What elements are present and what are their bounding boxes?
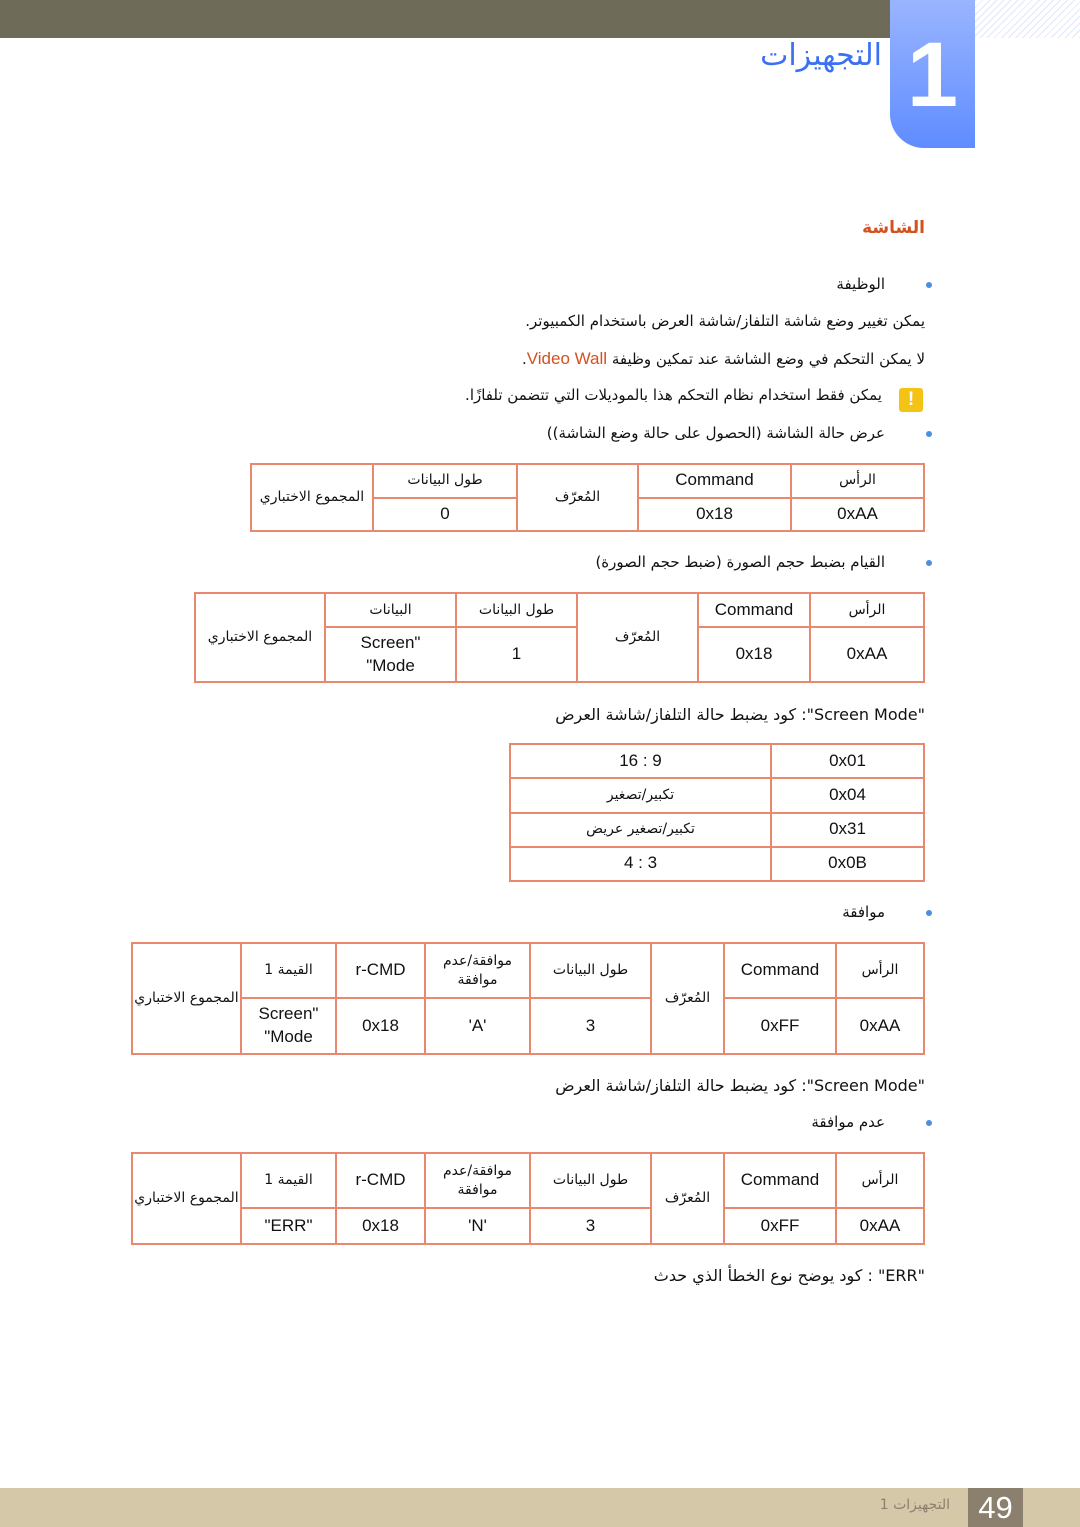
- header-cell: القيمة 1: [240, 942, 337, 999]
- header-cell: Command: [697, 592, 811, 628]
- description: يمكن تغيير وضع شاشة التلفاز/شاشة العرض ب…: [525, 312, 925, 330]
- video-wall-note: لا يمكن التحكم في وضع الشاشة عند تمكين و…: [522, 349, 925, 369]
- header-cell: المُعرّف: [576, 592, 699, 683]
- warning-icon: !: [899, 388, 923, 412]
- header-cell: البيانات: [324, 592, 457, 628]
- value-cell: 0xAA: [809, 626, 925, 683]
- value-cell: 0x18: [637, 496, 792, 532]
- mode-code: 0x01: [770, 742, 925, 780]
- video-wall-link[interactable]: Video Wall: [527, 349, 607, 368]
- value-cell: 0xAA: [790, 496, 925, 532]
- header-cell: موافقة/عدم موافقة: [424, 942, 531, 999]
- value-cell: 0x18: [335, 1207, 426, 1245]
- manual-page: 1 التجهيزات الشاشة الوظيفة يمكن تغيير وض…: [0, 0, 1080, 1527]
- header-cell: طول البيانات: [529, 1152, 652, 1209]
- header-cell: المُعرّف: [650, 1152, 725, 1245]
- value-cell: 'N': [424, 1207, 531, 1245]
- mode-label: تكبير/تصغير: [509, 777, 772, 814]
- header-cell: r-CMD: [335, 942, 426, 999]
- get-command-table: الرأس Command المُعرّف طول البيانات المجموع …: [250, 463, 925, 532]
- value-cell: 0xAA: [835, 1207, 925, 1245]
- err-note: "ERR" : كود يوضح نوع الخطأ الذي حدث: [653, 1266, 925, 1285]
- value-cell: 0xFF: [723, 1207, 837, 1245]
- header-cell: Command: [637, 463, 792, 499]
- value-cell: 'A': [424, 997, 531, 1055]
- value-cell: 0x18: [335, 997, 426, 1055]
- note-prefix: لا يمكن التحكم في وضع الشاشة عند تمكين و…: [607, 350, 925, 368]
- header-cell: المجموع الاختباري: [194, 592, 326, 683]
- screen-mode-note: "Screen Mode": كود يضبط حالة التلفاز/شاش…: [555, 705, 925, 724]
- value-line: "Mode: [366, 655, 415, 675]
- header-cell: طول البيانات: [529, 942, 652, 999]
- bullet-icon: [926, 910, 932, 916]
- ack-table: الرأس Command المُعرّف طول البيانات موافقة/ع…: [131, 942, 925, 1055]
- header-cell: r-CMD: [335, 1152, 426, 1209]
- bullet-icon: [926, 431, 932, 437]
- screen-mode-table: 0x01 16 : 9 0x04 تكبير/تصغير 0x31 تكبير/تصغ…: [509, 742, 925, 883]
- chapter-number: 1: [890, 0, 975, 148]
- header-cell: الرأس: [835, 1152, 925, 1209]
- mode-label: 4 : 3: [509, 845, 772, 883]
- value-line: Screen": [360, 632, 421, 652]
- footer-chapter-label: التجهيزات 1: [879, 1497, 950, 1513]
- value-line: Screen": [258, 1004, 319, 1024]
- header-cell: طول البيانات: [372, 463, 518, 499]
- header-cell: المجموع الاختباري: [131, 942, 242, 1055]
- value-cell: 0x18: [697, 626, 811, 683]
- value-cell: Screen" "Mode: [240, 997, 337, 1055]
- value-cell: 0: [372, 496, 518, 532]
- screen-mode-note-2: "Screen Mode": كود يضبط حالة التلفاز/شاش…: [555, 1076, 925, 1095]
- ack-label: موافقة: [842, 903, 885, 921]
- value-cell: 3: [529, 997, 652, 1055]
- nak-label: عدم موافقة: [811, 1113, 885, 1131]
- set-size-label: القيام بضبط حجم الصورة (ضبط حجم الصورة): [595, 553, 885, 571]
- bullet-icon: [926, 282, 932, 288]
- header-cell: المجموع الاختباري: [131, 1152, 242, 1245]
- header-cell: الرأس: [835, 942, 925, 999]
- header-cell: القيمة 1: [240, 1152, 337, 1209]
- header-cell: Command: [723, 942, 837, 999]
- header-cell: المُعرّف: [650, 942, 725, 1055]
- mode-label: تكبير/تصغير عريض: [509, 811, 772, 848]
- value-cell: 0xFF: [723, 997, 837, 1055]
- value-cell: 1: [455, 626, 578, 683]
- header-cell: موافقة/عدم موافقة: [424, 1152, 531, 1209]
- mode-code: 0x04: [770, 777, 925, 814]
- section-title: الشاشة: [862, 218, 925, 238]
- value-cell: 3: [529, 1207, 652, 1245]
- value-cell: "ERR": [240, 1207, 337, 1245]
- mode-code: 0x31: [770, 811, 925, 848]
- bullet-icon: [926, 1120, 932, 1126]
- get-status-label: عرض حالة الشاشة (الحصول على حالة وضع الش…: [546, 424, 885, 442]
- chapter-title: التجهيزات: [760, 38, 882, 73]
- value-cell: Screen" "Mode: [324, 626, 457, 683]
- header-cell: Command: [723, 1152, 837, 1209]
- header-cell: الرأس: [790, 463, 925, 499]
- header-hatch: [975, 0, 1080, 38]
- mode-label: 16 : 9: [509, 742, 772, 780]
- bullet-icon: [926, 560, 932, 566]
- header-cell: المُعرّف: [516, 463, 639, 532]
- function-label: الوظيفة: [836, 275, 885, 293]
- header-cell: طول البيانات: [455, 592, 578, 628]
- page-number: 49: [968, 1488, 1023, 1527]
- header-cell: الرأس: [809, 592, 925, 628]
- header-bar: [0, 0, 890, 38]
- set-command-table: الرأس Command المُعرّف طول البيانات البيانات…: [194, 592, 925, 683]
- nak-table: الرأس Command المُعرّف طول البيانات موافقة/ع…: [131, 1152, 925, 1245]
- model-note: يمكن فقط استخدام نظام التحكم هذا بالمودي…: [465, 386, 882, 404]
- mode-code: 0x0B: [770, 845, 925, 883]
- header-cell: المجموع الاختباري: [250, 463, 374, 532]
- value-cell: 0xAA: [835, 997, 925, 1055]
- value-line: "Mode: [264, 1027, 313, 1046]
